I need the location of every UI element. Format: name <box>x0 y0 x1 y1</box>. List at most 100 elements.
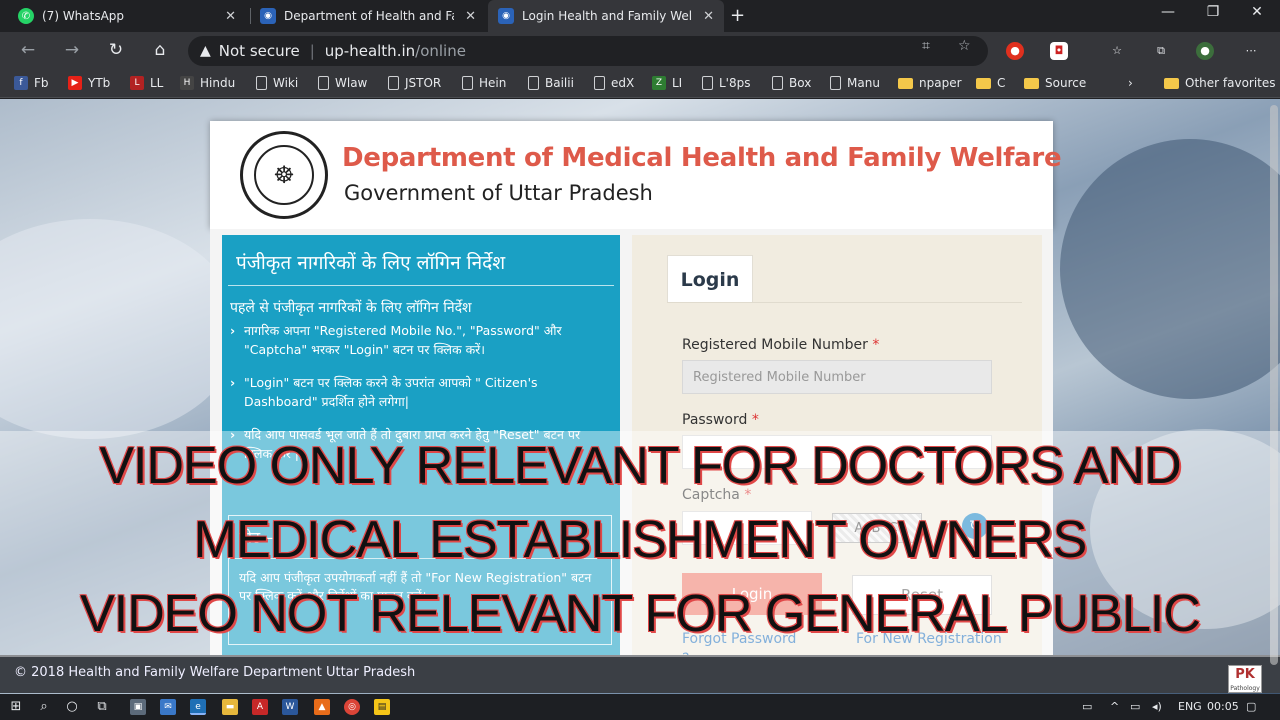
language-indicator[interactable]: ENG <box>1178 700 1202 713</box>
page-icon <box>388 76 399 90</box>
tab-title: Department of Health and Family <box>284 9 454 23</box>
edge-browser-icon[interactable]: e <box>190 699 206 715</box>
minimize-button[interactable]: — <box>1145 4 1191 20</box>
tab-close-icon[interactable]: ✕ <box>703 9 714 24</box>
bookmark-item[interactable]: f Fb <box>14 76 49 90</box>
watermark-sub-text: Pathology <box>1230 685 1260 692</box>
instructions-heading: पंजीकृत नागरिकों के लिए लॉगिन निर्देश <box>228 245 614 286</box>
address-divider: | <box>309 42 315 60</box>
security-label[interactable]: Not secure <box>219 42 300 60</box>
bookmark-folder[interactable]: Source <box>1024 76 1086 90</box>
caption-line-2: MEDICAL ESTABLISHMENT OWNERS <box>193 511 1088 569</box>
folder-icon <box>1024 77 1039 89</box>
seal-emblem-icon: ☸ <box>254 145 314 205</box>
window-close-button[interactable]: ✕ <box>1234 4 1280 20</box>
network-icon[interactable]: ▭ <box>1130 700 1140 713</box>
tab-department[interactable]: ◉ Department of Health and Family ✕ <box>250 0 486 32</box>
tab-login-form[interactable]: Login <box>667 255 753 303</box>
bookmark-item[interactable]: JSTOR <box>388 76 441 90</box>
folder-icon <box>898 77 913 89</box>
translate-icon[interactable]: ⌗ <box>922 38 930 54</box>
acrobat-icon[interactable]: A <box>252 699 268 715</box>
back-button[interactable]: ← <box>16 40 40 60</box>
windows-start-icon[interactable]: ⊞ <box>8 699 24 715</box>
address-bar[interactable]: ▲ Not secure | up-health.in/online <box>188 36 988 66</box>
bookmark-label: Manu <box>847 76 880 90</box>
tab-whatsapp[interactable]: ✆ (7) WhatsApp ✕ <box>8 0 246 32</box>
tab-login[interactable]: ◉ Login Health and Family Welfare ✕ <box>488 0 724 32</box>
folder-icon <box>1164 77 1179 89</box>
new-tab-button[interactable]: + <box>730 5 745 26</box>
notifications-icon[interactable]: ▢ <box>1246 700 1256 713</box>
other-favorites-folder[interactable]: Other favorites <box>1164 76 1276 90</box>
tab-close-icon[interactable]: ✕ <box>465 9 476 24</box>
up-government-seal-logo: ☸ <box>240 131 328 219</box>
bookmark-item[interactable]: edX <box>594 76 634 90</box>
mobile-number-input[interactable]: Registered Mobile Number <box>682 360 992 394</box>
windows-taskbar: ⊞ ⌕ ○ ⧉ ▣ ✉ e ▬ A W ▲ ◎ ▤ ▭ ^ ▭ ◂) ENG 0… <box>0 694 1280 720</box>
tab-strip: ✆ (7) WhatsApp ✕ ◉ Department of Health … <box>0 0 1280 32</box>
clock-time[interactable]: 00:05 <box>1207 700 1239 713</box>
profile-avatar[interactable]: ● <box>1196 42 1214 60</box>
bookmark-item[interactable]: Box <box>772 76 811 90</box>
bookmark-label: YTb <box>88 76 111 90</box>
bookmark-folder[interactable]: C <box>976 76 1005 90</box>
vlc-icon[interactable]: ▲ <box>314 699 330 715</box>
tray-chevron-up-icon[interactable]: ^ <box>1110 700 1119 713</box>
bookmark-item[interactable]: ▶ YTb <box>68 76 110 90</box>
file-explorer-icon[interactable]: ▬ <box>222 699 238 715</box>
instruction-item: नागरिक अपना "Registered Mobile No.", "Pa… <box>230 321 612 359</box>
bookmark-item[interactable]: H Hindu <box>180 76 235 90</box>
extension-record-icon[interactable]: ● <box>1006 42 1024 60</box>
favorite-star-icon[interactable]: ☆ <box>958 38 971 54</box>
bookmark-item[interactable]: Wlaw <box>318 76 367 90</box>
bookmark-folder[interactable]: npaper <box>898 76 962 90</box>
bookmark-label: npaper <box>919 76 962 90</box>
collections-icon[interactable]: ⧉ <box>1152 42 1170 60</box>
reload-button[interactable]: ↻ <box>104 40 128 60</box>
pk-pathology-watermark-logo: PK Pathology <box>1228 665 1262 693</box>
chrome-icon[interactable]: ◎ <box>344 699 360 715</box>
bookmark-label: Fb <box>34 76 49 90</box>
warning-icon: ▲ <box>200 43 211 59</box>
page-icon <box>594 76 605 90</box>
sticky-notes-icon[interactable]: ▤ <box>374 699 390 715</box>
page-footer: © 2018 Health and Family Welfare Departm… <box>0 655 1280 693</box>
facebook-icon: f <box>14 76 28 90</box>
bookmark-item[interactable]: Hein <box>462 76 506 90</box>
bookmark-label: LL <box>150 76 164 90</box>
instruction-item: "Login" बटन पर क्लिक करने के उपरांत आपको… <box>230 373 612 411</box>
bookmark-item[interactable]: L LL <box>130 76 163 90</box>
volume-icon[interactable]: ◂) <box>1152 700 1162 713</box>
tab-close-icon[interactable]: ✕ <box>225 9 236 24</box>
bookmark-item[interactable]: Bailii <box>528 76 574 90</box>
bookmark-item[interactable]: Wiki <box>256 76 298 90</box>
bookmark-item[interactable]: L'8ps <box>702 76 751 90</box>
mail-icon[interactable]: ✉ <box>160 699 176 715</box>
task-view-icon[interactable]: ⧉ <box>94 699 110 715</box>
bookmark-label: Hein <box>479 76 507 90</box>
forward-button[interactable]: → <box>60 40 84 60</box>
background-blur <box>1060 139 1280 399</box>
up-govt-icon: ◉ <box>260 8 276 24</box>
home-button[interactable]: ⌂ <box>148 40 172 60</box>
bookmarks-overflow-chevron-icon[interactable]: › <box>1128 76 1133 90</box>
bookmarks-bar: f Fb ▶ YTb L LL H Hindu Wiki Wlaw JSTOR Hein… <box>0 70 1280 98</box>
mobile-label-text: Registered Mobile Number <box>682 337 868 353</box>
restore-button[interactable]: ❐ <box>1190 4 1236 20</box>
bookmark-label: Source <box>1045 76 1087 90</box>
search-icon[interactable]: ⌕ <box>36 699 52 715</box>
cortana-icon[interactable]: ○ <box>64 699 80 715</box>
extension-pocket-icon[interactable]: ◘ <box>1050 42 1068 60</box>
bookmark-item[interactable]: Z LI <box>652 76 682 90</box>
bookmark-item[interactable]: Manu <box>830 76 880 90</box>
page-icon <box>830 76 841 90</box>
action-center-icon[interactable]: ▭ <box>1082 700 1092 713</box>
favorites-list-icon[interactable]: ☆ <box>1108 42 1126 60</box>
required-mark: * <box>751 412 759 428</box>
store-icon[interactable]: ▣ <box>130 699 146 715</box>
mobile-number-label: Registered Mobile Number * <box>682 337 879 353</box>
menu-more-icon[interactable]: ⋯ <box>1242 42 1260 60</box>
word-icon[interactable]: W <box>282 699 298 715</box>
page-icon <box>772 76 783 90</box>
